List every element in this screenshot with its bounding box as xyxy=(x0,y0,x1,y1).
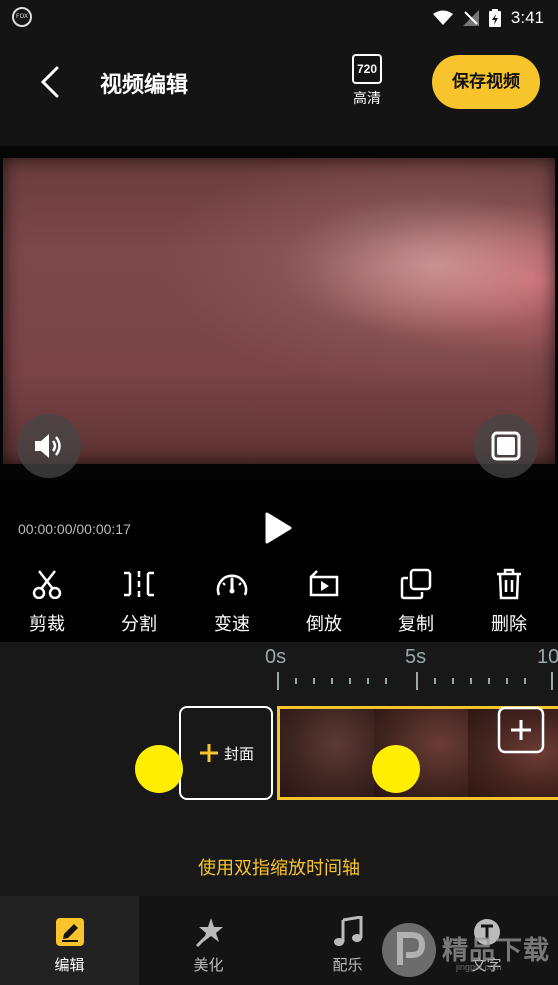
tab-label: 美化 xyxy=(193,956,224,974)
tab-edit[interactable]: 编辑 xyxy=(0,896,139,985)
time-ruler xyxy=(277,672,553,690)
page-title: 视频编辑 xyxy=(100,73,189,98)
status-icons: 3:41 xyxy=(432,6,544,30)
header: 视频编辑 720 高清 保存视频 xyxy=(0,36,558,146)
app-logo-icon: FOX xyxy=(12,7,32,27)
time-readout: 00:00:00/00:00:17 xyxy=(18,521,131,537)
tool-label: 变速 xyxy=(214,614,250,635)
trash-icon xyxy=(497,568,521,600)
reverse-icon xyxy=(309,570,339,597)
back-button[interactable] xyxy=(30,60,70,104)
edit-toolbar: 剪裁 分割 变速 倒放 复制 删除 xyxy=(0,560,558,642)
play-button[interactable] xyxy=(258,508,298,548)
video-preview[interactable] xyxy=(0,146,558,480)
clip-thumbnail xyxy=(280,709,374,797)
play-icon xyxy=(265,512,292,544)
cover-button[interactable]: 封面 xyxy=(179,706,273,800)
tool-label: 倒放 xyxy=(306,614,342,635)
square-icon xyxy=(491,431,521,461)
playback-bar: 00:00:00/00:00:17 xyxy=(0,480,558,560)
timeline[interactable]: 0s 5s 10 封面 使用双指缩放时间轴 xyxy=(0,642,558,896)
cover-label: 封面 xyxy=(223,744,254,763)
quality-button[interactable]: 720 高清 xyxy=(345,54,389,110)
tool-split[interactable]: 分割 xyxy=(99,560,179,640)
tab-beautify[interactable]: 美化 xyxy=(139,896,278,985)
no-signal-icon xyxy=(462,10,479,26)
tool-label: 复制 xyxy=(398,614,434,635)
copy-icon xyxy=(400,568,432,600)
add-clip-button[interactable] xyxy=(497,706,545,754)
tool-trim[interactable]: 剪裁 xyxy=(7,560,87,640)
watermark: 精品下载 jingpin.com xyxy=(378,918,558,982)
tool-label: 分割 xyxy=(121,614,157,635)
fullscreen-button[interactable] xyxy=(474,414,538,478)
status-time: 3:41 xyxy=(510,8,544,27)
status-bar: FOX 3:41 xyxy=(0,0,558,36)
quality-value: 720 xyxy=(352,54,382,84)
video-frame xyxy=(3,158,555,464)
music-note-icon xyxy=(333,916,362,946)
ruler-label-5s: 5s xyxy=(405,646,427,668)
speaker-icon xyxy=(35,434,61,458)
plus-icon xyxy=(199,744,218,762)
volume-button[interactable] xyxy=(17,414,81,478)
chevron-left-icon xyxy=(40,66,59,98)
tool-reverse[interactable]: 倒放 xyxy=(284,560,364,640)
tab-label: 编辑 xyxy=(54,956,85,974)
tool-speed[interactable]: 变速 xyxy=(192,560,272,640)
watermark-subtext: jingpin.com xyxy=(456,962,502,972)
quality-label: 高清 xyxy=(353,91,381,107)
edit-icon xyxy=(55,918,84,946)
ruler-label-10s: 10 xyxy=(537,646,558,668)
tool-label: 剪裁 xyxy=(29,614,65,635)
tool-delete[interactable]: 删除 xyxy=(469,560,549,640)
split-icon xyxy=(124,571,154,597)
zoom-hint: 使用双指缩放时间轴 xyxy=(198,858,360,879)
tool-label: 删除 xyxy=(491,614,527,635)
tool-copy[interactable]: 复制 xyxy=(376,560,456,640)
speedometer-icon xyxy=(216,574,248,596)
battery-charging-icon xyxy=(488,9,501,27)
scissors-icon xyxy=(32,570,62,599)
save-video-button[interactable]: 保存视频 xyxy=(432,55,540,109)
timeline-handle-left[interactable] xyxy=(135,745,183,793)
timeline-handle-right[interactable] xyxy=(372,745,420,793)
magic-wand-icon xyxy=(195,918,223,948)
watermark-logo-icon xyxy=(382,923,436,977)
wifi-icon xyxy=(432,10,453,25)
ruler-label-0s: 0s xyxy=(265,646,287,668)
